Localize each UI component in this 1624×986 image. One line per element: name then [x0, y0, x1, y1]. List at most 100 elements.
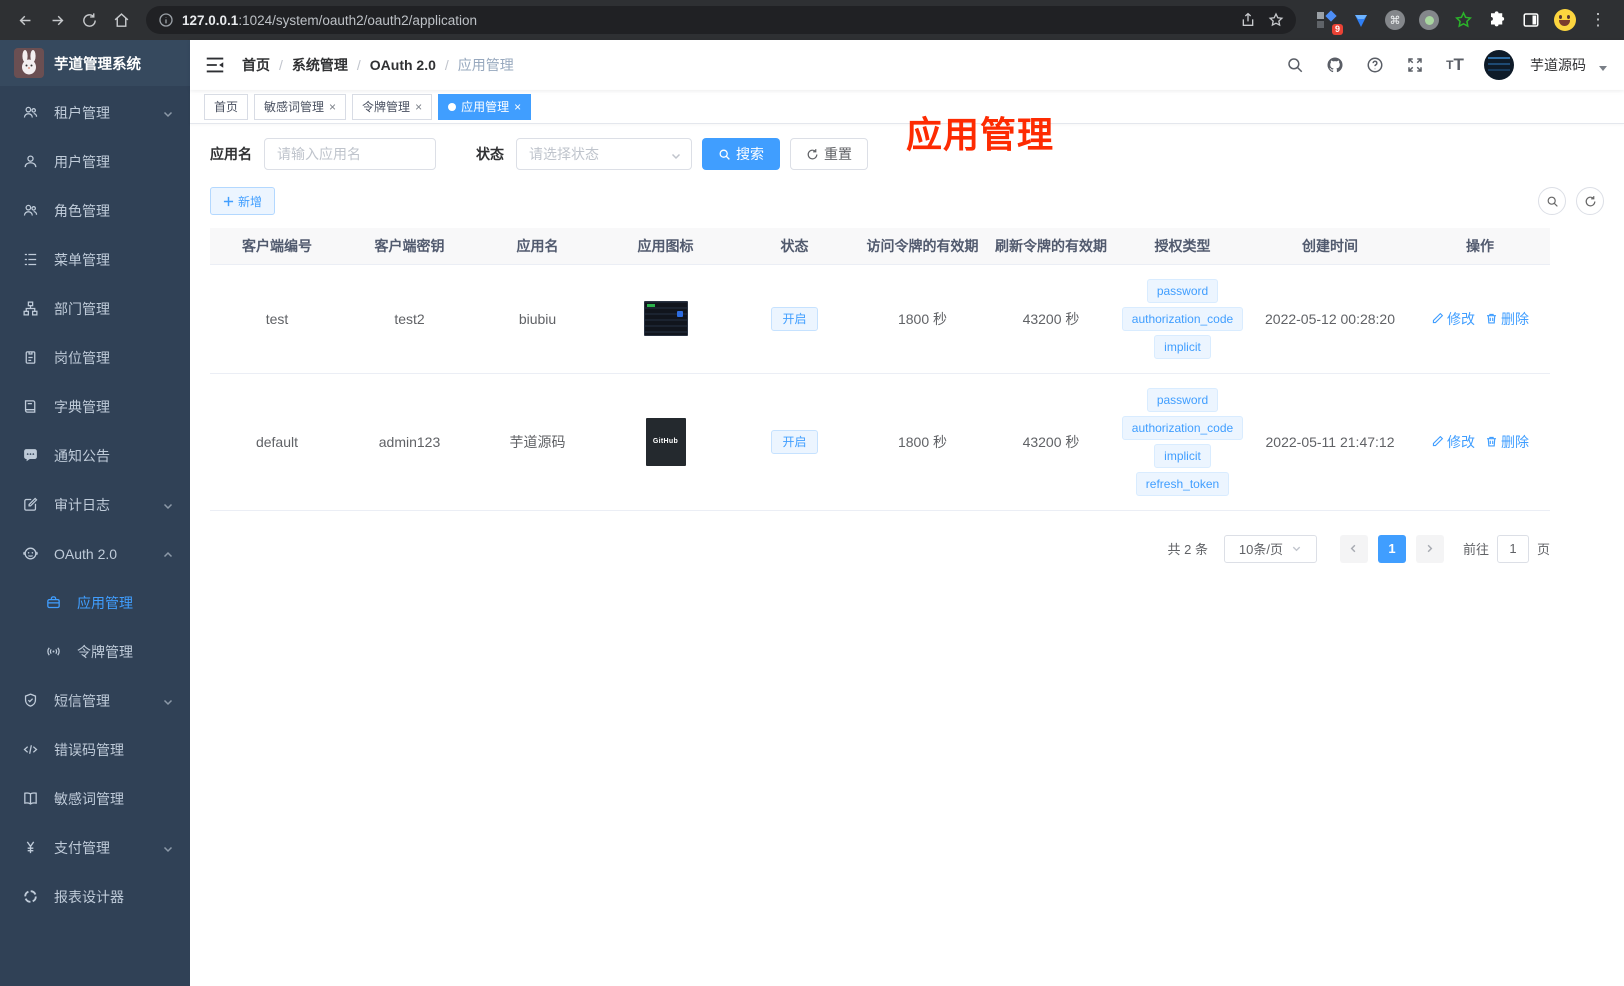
tab-token[interactable]: 令牌管理 ×	[352, 93, 433, 120]
delete-button[interactable]: 删除	[1485, 432, 1529, 452]
close-icon[interactable]: ×	[415, 101, 422, 113]
plus-icon	[223, 196, 234, 206]
col-status: 状态	[731, 228, 858, 265]
edit-icon	[1432, 435, 1444, 447]
sidebar-item-oauth[interactable]: OAuth 2.0	[0, 529, 190, 578]
sidebar-item-dict[interactable]: 字典管理	[0, 382, 190, 431]
command-extension-icon[interactable]: ⌘	[1384, 9, 1406, 31]
forward-button[interactable]	[42, 5, 72, 35]
sidebar-item-report[interactable]: 报表设计器	[0, 872, 190, 921]
app-name-input[interactable]	[264, 138, 436, 170]
oauth-icon	[21, 545, 39, 563]
cell-client-id: default	[210, 373, 344, 511]
prev-page-button[interactable]	[1339, 534, 1368, 563]
bookmark-star-icon[interactable]	[1262, 6, 1290, 34]
sidebar-item-post[interactable]: 岗位管理	[0, 333, 190, 382]
sidebar-item-pay[interactable]: 支付管理	[0, 823, 190, 872]
menu-tree-icon	[21, 251, 39, 269]
reset-button[interactable]: 重置	[790, 138, 868, 170]
toggle-search-button[interactable]	[1538, 187, 1566, 215]
sidebar-item-menu[interactable]: 菜单管理	[0, 235, 190, 284]
app-title: 芋道管理系统	[54, 56, 141, 73]
breadcrumb-oauth[interactable]: OAuth 2.0	[370, 57, 436, 73]
application-icon	[44, 594, 62, 612]
browser-menu-icon[interactable]: ⋮	[1588, 5, 1608, 35]
extension-grid-icon[interactable]: 9	[1316, 9, 1343, 35]
sidebar-item-tenant[interactable]: 租户管理	[0, 88, 190, 137]
status-badge: 开启	[771, 429, 818, 454]
add-button[interactable]: 新增	[210, 187, 276, 215]
goto-page-input[interactable]	[1496, 534, 1529, 563]
error-code-icon	[21, 741, 39, 759]
user-avatar[interactable]	[1484, 50, 1514, 80]
breadcrumb-home[interactable]: 首页	[242, 55, 270, 75]
table-toolbar: 新增	[210, 187, 1604, 215]
cell-secret: test2	[344, 264, 475, 374]
sidebar-item-role[interactable]: 角色管理	[0, 186, 190, 235]
reload-button[interactable]	[74, 5, 104, 35]
home-button[interactable]	[106, 5, 136, 35]
sidebar-item-dept[interactable]: 部门管理	[0, 284, 190, 333]
fullscreen-icon[interactable]	[1400, 50, 1430, 80]
next-page-button[interactable]	[1415, 534, 1444, 563]
navbar-right: TT 芋道源码	[1280, 50, 1608, 80]
logo-image	[14, 48, 44, 78]
page-number-1[interactable]: 1	[1377, 534, 1406, 563]
gem-extension-icon[interactable]	[1350, 9, 1372, 31]
info-icon[interactable]	[158, 12, 174, 28]
tab-sensitive-word[interactable]: 敏感词管理 ×	[254, 93, 347, 120]
profile-avatar-icon[interactable]	[1554, 9, 1576, 31]
tab-home[interactable]: 首页	[204, 93, 249, 120]
delete-button[interactable]: 删除	[1485, 309, 1529, 329]
app-icon-thumbnail: GitHub	[645, 417, 686, 466]
sidebar-collapse-icon[interactable]	[204, 54, 226, 76]
sidebar-item-sensitiveword[interactable]: 敏感词管理	[0, 774, 190, 823]
star-extension-icon[interactable]	[1452, 9, 1474, 31]
dictionary-icon	[21, 398, 39, 416]
address-bar[interactable]: 127.0.0.1:1024/system/oauth2/oauth2/appl…	[146, 6, 1296, 34]
share-icon[interactable]	[1234, 6, 1262, 34]
search-icon	[719, 149, 730, 160]
col-client-id: 客户端编号	[210, 228, 344, 265]
search-icon[interactable]	[1280, 50, 1310, 80]
cell-grant-types: password authorization_code implicit ref…	[1115, 373, 1250, 511]
status-select[interactable]: 请选择状态	[516, 138, 692, 170]
sidebar-item-oauth-token[interactable]: 令牌管理	[0, 627, 190, 676]
pay-icon	[21, 839, 39, 857]
tab-application[interactable]: 应用管理 ×	[438, 93, 532, 120]
sidebar-item-oauth-application[interactable]: 应用管理	[0, 578, 190, 627]
cell-client-id: test	[210, 264, 344, 374]
dot-extension-icon[interactable]	[1418, 9, 1440, 31]
back-button[interactable]	[10, 5, 40, 35]
close-icon[interactable]: ×	[514, 101, 521, 113]
refresh-table-button[interactable]	[1576, 187, 1604, 215]
grant-type-tag: password	[1146, 278, 1219, 303]
github-icon[interactable]	[1320, 50, 1350, 80]
font-size-icon[interactable]: TT	[1440, 50, 1470, 80]
close-icon[interactable]: ×	[329, 101, 336, 113]
sidebar-item-sms[interactable]: 短信管理	[0, 676, 190, 725]
sidebar-item-user[interactable]: 用户管理	[0, 137, 190, 186]
chevron-down-icon	[670, 149, 682, 161]
help-icon[interactable]	[1360, 50, 1390, 80]
puzzle-extension-icon[interactable]	[1486, 9, 1508, 31]
edit-button[interactable]: 修改	[1431, 432, 1475, 452]
caret-down-icon[interactable]	[1598, 60, 1608, 71]
logo[interactable]: 芋道管理系统	[0, 40, 190, 86]
side-panel-icon[interactable]	[1520, 9, 1542, 31]
sensitive-word-icon	[21, 790, 39, 808]
pagination: 共 2 条 10条/页 1 前往 页	[210, 534, 1550, 563]
breadcrumb-system[interactable]: 系统管理	[292, 55, 348, 75]
chevron-up-icon	[162, 548, 174, 560]
edit-button[interactable]: 修改	[1431, 309, 1475, 329]
grant-type-tag: implicit	[1154, 443, 1211, 468]
search-button[interactable]: 搜索	[702, 138, 780, 170]
sidebar-item-notice[interactable]: 通知公告	[0, 431, 190, 480]
username[interactable]: 芋道源码	[1530, 55, 1586, 75]
edit-icon	[1432, 312, 1444, 324]
sidebar-item-errorcode[interactable]: 错误码管理	[0, 725, 190, 774]
goto-label: 前往	[1462, 542, 1489, 557]
total-count: 共 2 条	[1167, 542, 1208, 557]
sidebar-item-audit[interactable]: 审计日志	[0, 480, 190, 529]
page-size-select[interactable]: 10条/页	[1223, 534, 1317, 563]
